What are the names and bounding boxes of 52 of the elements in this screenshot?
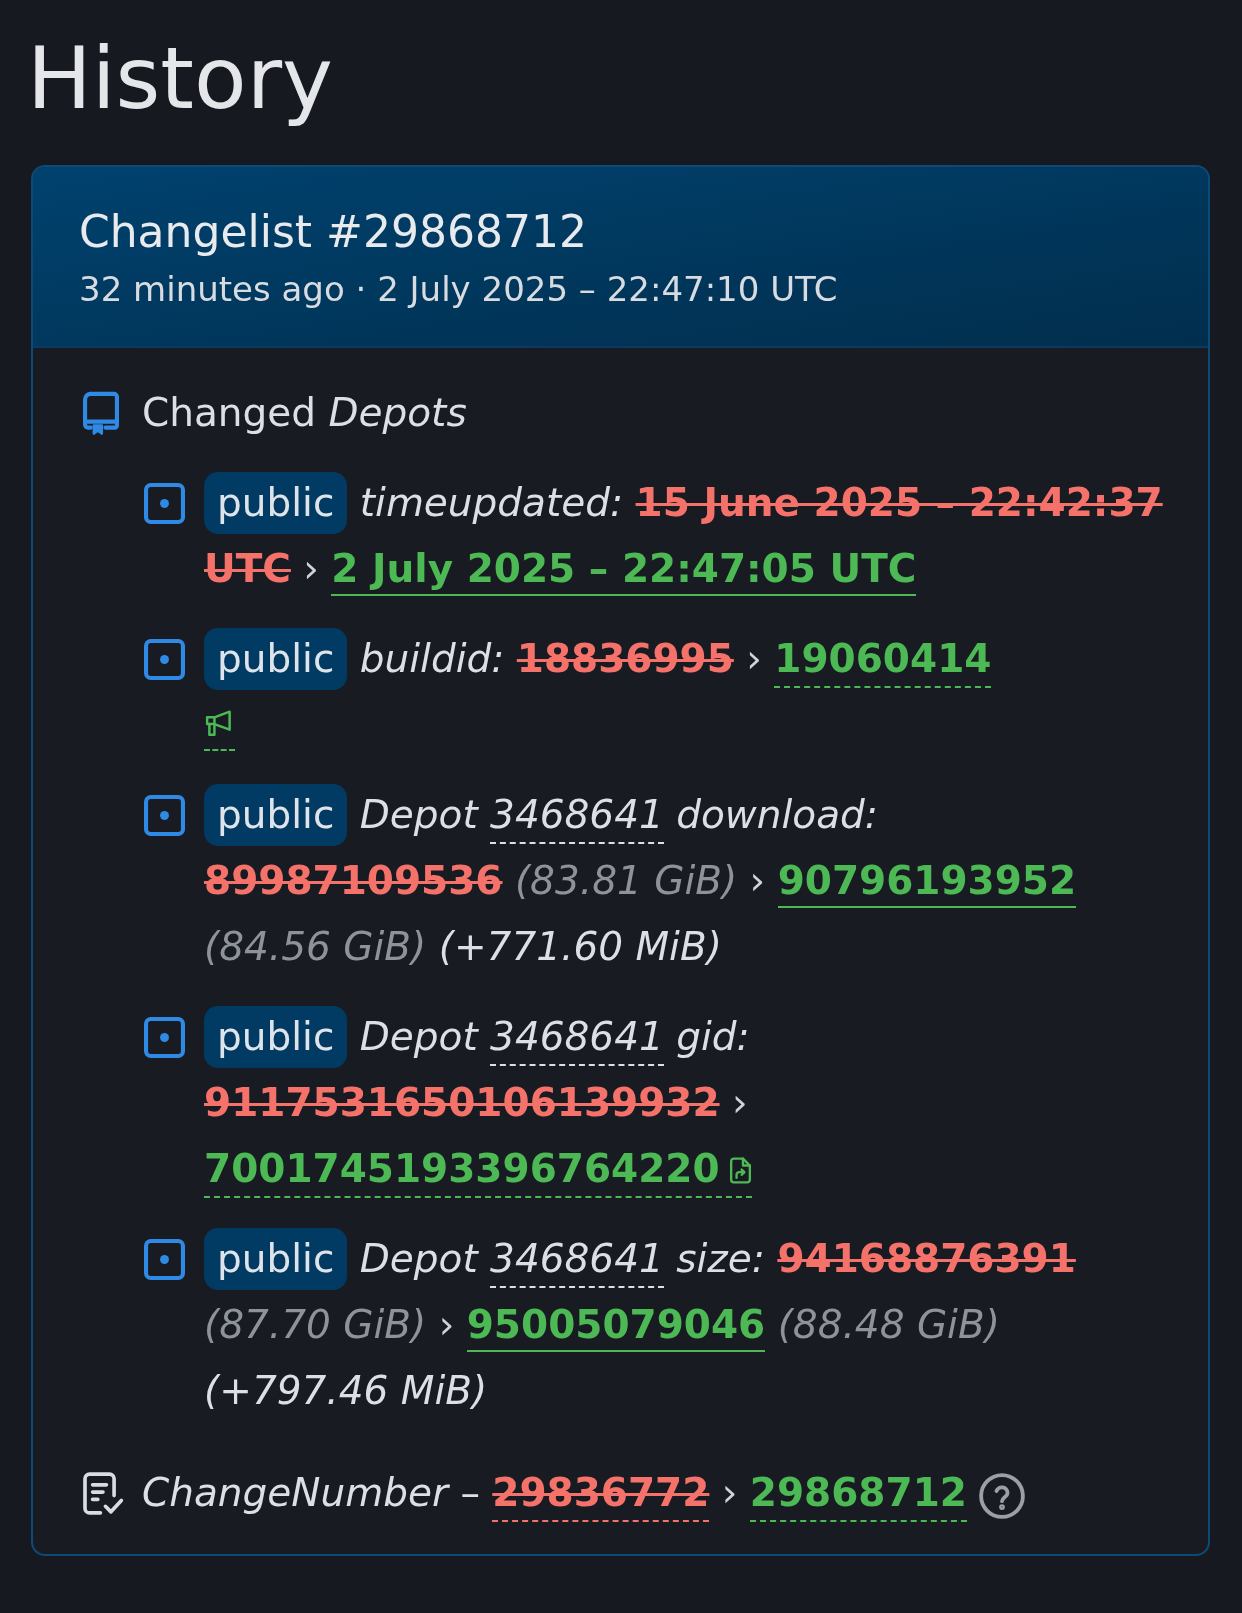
field-label: ChangeNumber <box>142 1470 448 1516</box>
size-text: (84.56 GiB) <box>204 924 427 970</box>
document-check-icon <box>82 1470 124 1516</box>
old-value: 9117531650106139932 <box>204 1080 720 1126</box>
help-icon <box>979 1472 1026 1519</box>
file-arrow-icon <box>728 1157 752 1185</box>
branch-badge: public <box>204 472 348 535</box>
new-value-link[interactable]: 95005079046 <box>466 1302 766 1353</box>
change-arrow: › <box>732 1080 748 1126</box>
change-arrow: › <box>749 858 766 904</box>
branch-badge: public <box>204 1228 348 1291</box>
old-value: UTC <box>204 546 291 592</box>
old-value: 29836772 <box>492 1470 710 1523</box>
depot-id: 3468641 <box>490 1014 664 1067</box>
old-value: 89987109536 <box>204 858 503 904</box>
book-icon <box>82 390 120 436</box>
field-label: download: <box>676 792 878 838</box>
new-value-link[interactable]: 7001745193396764220 <box>204 1146 752 1199</box>
branch-badge: public <box>204 784 348 847</box>
old-value: 94168876391 <box>777 1236 1076 1282</box>
depot-id: 3468641 <box>490 1236 664 1289</box>
changelist-timestamp: 32 minutes ago · 2 July 2025 – 22:47:10 UTC <box>79 268 838 312</box>
new-value: 19060414 <box>774 636 992 689</box>
news-link[interactable] <box>204 710 235 752</box>
size-difference: (+797.46 MiB) <box>204 1368 488 1414</box>
field-label: gid: <box>676 1014 750 1060</box>
dash-separator: – <box>460 1470 480 1516</box>
field-label: size: <box>676 1236 765 1282</box>
field-label: timeupdated: <box>359 480 624 526</box>
old-value: 18836995 <box>516 636 734 682</box>
new-value-link[interactable]: 2 July 2025 – 22:47:05 UTC <box>331 546 917 597</box>
page-title: History <box>27 27 333 130</box>
size-text: (83.81 GiB) <box>514 858 738 904</box>
field-label: Depot <box>359 1014 478 1060</box>
change-arrow: › <box>746 636 762 682</box>
field-label: Depot <box>359 792 478 838</box>
field-label: Depot <box>359 1236 478 1282</box>
field-label: buildid: <box>359 636 505 682</box>
size-difference: (+771.60 MiB) <box>438 924 722 970</box>
changelist-title: Changelist #29868712 <box>79 205 587 259</box>
branch-badge: public <box>204 1006 348 1069</box>
new-value: 29868712 <box>749 1470 967 1523</box>
change-arrow: › <box>721 1470 738 1516</box>
size-text: (87.70 GiB) <box>204 1302 427 1348</box>
change-arrow: › <box>438 1302 455 1348</box>
depot-id: 3468641 <box>490 792 664 845</box>
section-title: Changed Depots <box>142 388 467 437</box>
old-value: 15 June 2025 – 22:42:37 <box>635 480 1163 526</box>
new-value-link[interactable]: 90796193952 <box>777 858 1077 909</box>
branch-badge: public <box>204 628 348 691</box>
change-arrow: › <box>303 546 319 592</box>
size-text: (88.48 GiB) <box>777 1302 1000 1348</box>
